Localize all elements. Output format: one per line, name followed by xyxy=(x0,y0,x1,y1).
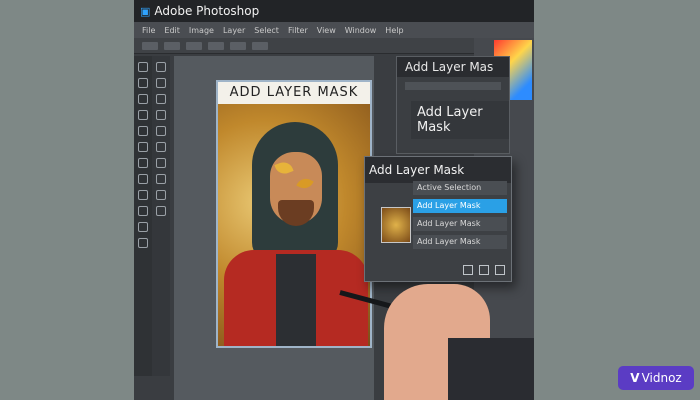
menu-layer[interactable]: Layer xyxy=(223,26,245,35)
ps-logo-icon: ▣ xyxy=(140,4,151,18)
shirt xyxy=(276,254,316,346)
option-button[interactable] xyxy=(186,41,202,50)
hand-tool-icon[interactable] xyxy=(138,238,148,248)
option-button[interactable] xyxy=(208,41,224,50)
crop-tool-icon[interactable] xyxy=(138,110,148,120)
tool-icon[interactable] xyxy=(156,126,166,136)
vidnoz-logo: V Vidnoz xyxy=(618,366,694,390)
layers-panel-title: Add Layer Mas xyxy=(397,57,509,77)
trash-icon[interactable] xyxy=(495,265,505,275)
dialog-item-add-layer-mask[interactable]: Add Layer Mask xyxy=(413,235,507,249)
dialog-item-add-layer-mask[interactable]: Add Layer Mask xyxy=(413,199,507,213)
background-right xyxy=(532,0,700,400)
brush-tool-icon[interactable] xyxy=(138,142,148,152)
tools-panel-right xyxy=(152,56,170,376)
dialog-list: Active Selection Add Layer Mask Add Laye… xyxy=(413,181,507,253)
sleeve xyxy=(448,338,534,400)
tools-panel-left xyxy=(134,56,152,376)
dialog-item-active-selection[interactable]: Active Selection xyxy=(413,181,507,195)
add-layer-mask-dialog: Add Layer Mask Active Selection Add Laye… xyxy=(364,156,512,282)
mask-icon[interactable] xyxy=(479,265,489,275)
tool-icon[interactable] xyxy=(156,190,166,200)
stamp-tool-icon[interactable] xyxy=(138,158,148,168)
menu-file[interactable]: File xyxy=(142,26,155,35)
type-tool-icon[interactable] xyxy=(138,222,148,232)
menu-view[interactable]: View xyxy=(317,26,336,35)
menu-image[interactable]: Image xyxy=(189,26,214,35)
new-layer-icon[interactable] xyxy=(463,265,473,275)
tool-icon[interactable] xyxy=(156,174,166,184)
title-bar: ▣ Adobe Photoshop xyxy=(134,0,534,22)
menu-edit[interactable]: Edit xyxy=(164,26,180,35)
dialog-item-add-layer-mask[interactable]: Add Layer Mask xyxy=(413,217,507,231)
background-left xyxy=(0,0,134,400)
marquee-tool-icon[interactable] xyxy=(138,78,148,88)
add-layer-mask-button[interactable]: Add Layer Mask xyxy=(411,101,509,139)
tool-icon[interactable] xyxy=(156,206,166,216)
option-button[interactable] xyxy=(252,41,268,50)
menu-bar: File Edit Image Layer Select Filter View… xyxy=(134,22,534,38)
option-button[interactable] xyxy=(142,41,158,50)
tool-icon[interactable] xyxy=(156,78,166,88)
tool-icon[interactable] xyxy=(156,110,166,120)
menu-help[interactable]: Help xyxy=(385,26,403,35)
menu-window[interactable]: Window xyxy=(345,26,377,35)
layer-thumbnail[interactable] xyxy=(381,207,411,243)
eyedropper-tool-icon[interactable] xyxy=(138,126,148,136)
window-title: Adobe Photoshop xyxy=(154,4,260,18)
move-tool-icon[interactable] xyxy=(138,62,148,72)
dialog-footer xyxy=(463,265,505,275)
dialog-title: Add Layer Mask xyxy=(365,157,511,183)
option-button[interactable] xyxy=(164,41,180,50)
pen-tool-icon[interactable] xyxy=(138,206,148,216)
tool-icon[interactable] xyxy=(156,62,166,72)
vidnoz-logo-text: Vidnoz xyxy=(641,371,682,385)
tool-icon[interactable] xyxy=(156,158,166,168)
vidnoz-logo-icon: V xyxy=(630,371,640,385)
document-canvas[interactable]: ADD LAYER MASK xyxy=(216,80,372,348)
layers-panel: Add Layer Mas Add Layer Mask xyxy=(396,56,510,154)
lasso-tool-icon[interactable] xyxy=(138,94,148,104)
panel-row xyxy=(405,82,501,90)
menu-select[interactable]: Select xyxy=(254,26,279,35)
option-button[interactable] xyxy=(230,41,246,50)
document-header: ADD LAYER MASK xyxy=(218,82,370,104)
tool-icon[interactable] xyxy=(156,94,166,104)
eraser-tool-icon[interactable] xyxy=(138,174,148,184)
menu-filter[interactable]: Filter xyxy=(288,26,308,35)
gradient-tool-icon[interactable] xyxy=(138,190,148,200)
tool-icon[interactable] xyxy=(156,142,166,152)
